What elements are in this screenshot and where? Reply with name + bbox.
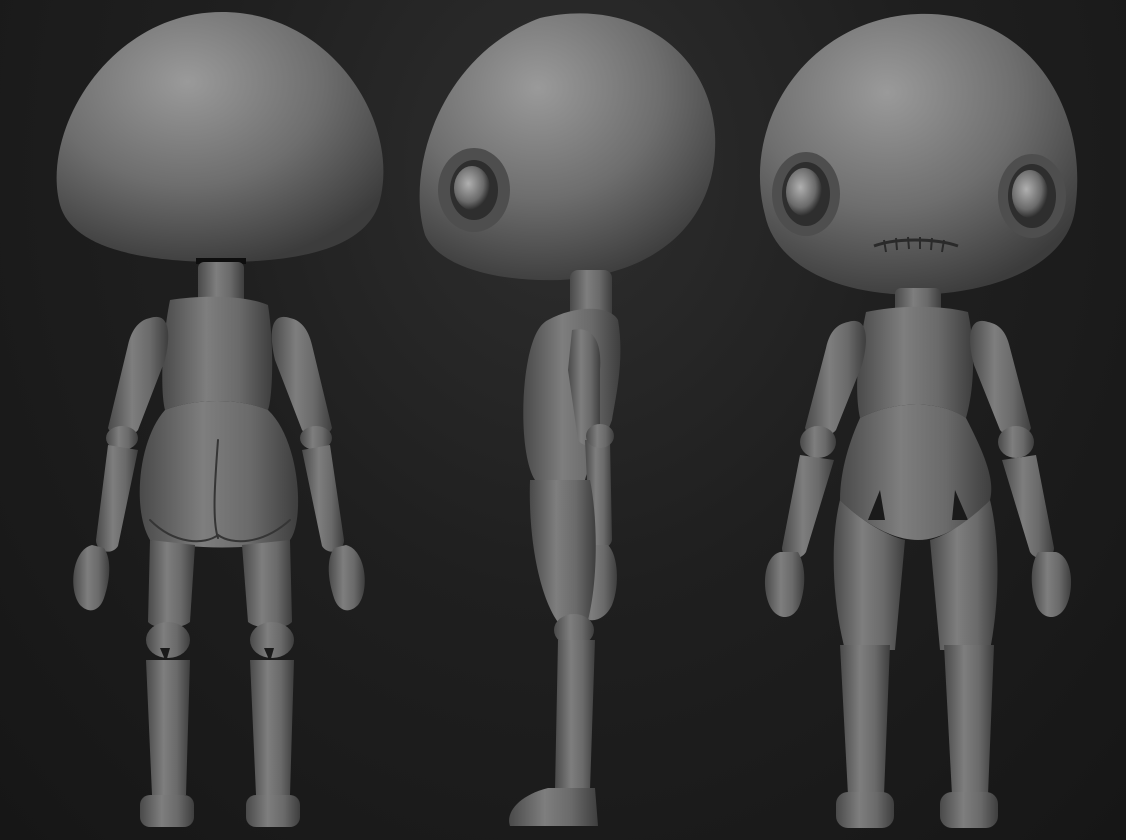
back-head: [56, 12, 384, 262]
back-right-arm: [271, 316, 332, 437]
back-left-hand: [73, 545, 110, 611]
turnaround-render: [0, 0, 1126, 840]
side-head: [419, 13, 716, 281]
front-torso: [857, 306, 974, 418]
front-right-arm: [970, 320, 1031, 437]
back-right-shin: [250, 660, 294, 795]
side-foot: [509, 788, 598, 826]
front-left-eye: [772, 152, 840, 236]
back-left-shin: [146, 660, 190, 795]
front-left-hand: [764, 552, 805, 618]
front-view-figure: [759, 13, 1078, 828]
back-view-figure: [56, 12, 384, 827]
front-right-eye: [998, 154, 1066, 238]
back-right-thigh: [242, 540, 292, 628]
front-left-shin: [840, 645, 890, 795]
front-left-arm: [805, 320, 866, 437]
front-right-shin: [944, 645, 994, 795]
back-left-thigh: [148, 540, 195, 628]
front-right-hand: [1031, 552, 1072, 618]
side-eye: [438, 148, 510, 232]
back-hips: [139, 401, 299, 548]
back-torso: [162, 296, 273, 410]
back-right-hand: [328, 545, 365, 611]
side-view-figure: [419, 13, 716, 826]
side-shin: [555, 640, 595, 790]
doll-turnaround-svg: [56, 12, 1078, 828]
